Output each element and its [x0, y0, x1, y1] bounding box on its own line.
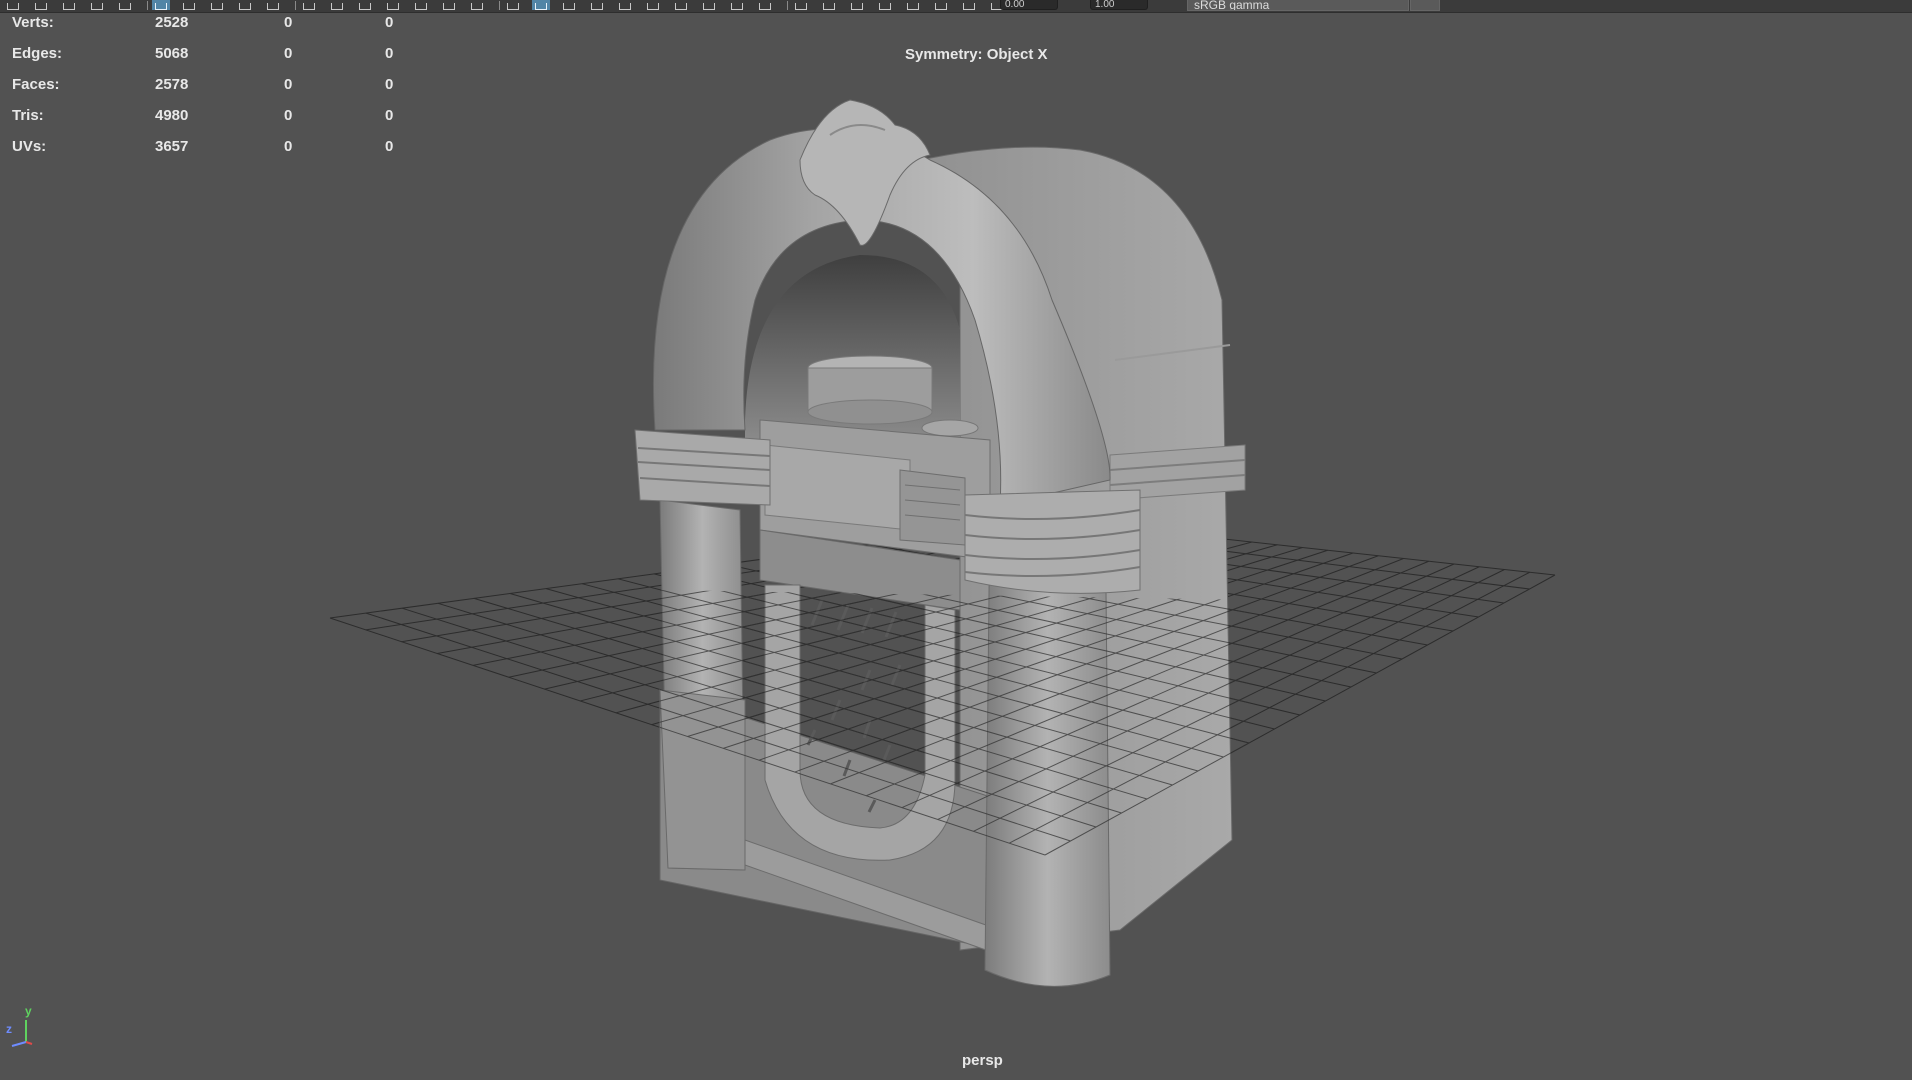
hud-row-edges: Edges: 5068 0 0 — [0, 45, 400, 63]
hud-value: 3657 — [155, 138, 189, 155]
hud-value: 2528 — [155, 14, 189, 31]
camera-name-label: persp — [962, 1052, 1003, 1069]
hud-value: 0 — [385, 76, 394, 93]
viewport-canvas[interactable] — [0, 0, 1912, 1080]
jukebox-mesh[interactable] — [634, 99, 1246, 987]
hud-value: 0 — [385, 45, 394, 62]
axis-y-label: y — [25, 1004, 32, 1018]
hud-row-faces: Faces: 2578 0 0 — [0, 76, 400, 94]
hud-value: 5068 — [155, 45, 189, 62]
hud-label: Verts: — [12, 14, 54, 31]
hud-value: 0 — [385, 138, 394, 155]
hud-value: 2578 — [155, 76, 189, 93]
hud-value: 0 — [284, 14, 293, 31]
hud-label: Edges: — [12, 45, 63, 62]
hud-row-uvs: UVs: 3657 0 0 — [0, 138, 400, 156]
hud-value: 0 — [284, 45, 293, 62]
hud-value: 0 — [284, 107, 293, 124]
hud-value: 0 — [284, 76, 293, 93]
hud-value: 0 — [385, 14, 394, 31]
hud-label: Tris: — [12, 107, 44, 124]
hud-row-verts: Verts: 2528 0 0 — [0, 14, 400, 32]
hud-value: 0 — [284, 138, 293, 155]
symmetry-status: Symmetry: Object X — [905, 46, 1048, 63]
hud-value: 4980 — [155, 107, 189, 124]
hud-label: Faces: — [12, 76, 60, 93]
hud-row-tris: Tris: 4980 0 0 — [0, 107, 400, 125]
axis-z-label: z — [6, 1022, 12, 1036]
hud-value: 0 — [385, 107, 394, 124]
hud-label: UVs: — [12, 138, 47, 155]
